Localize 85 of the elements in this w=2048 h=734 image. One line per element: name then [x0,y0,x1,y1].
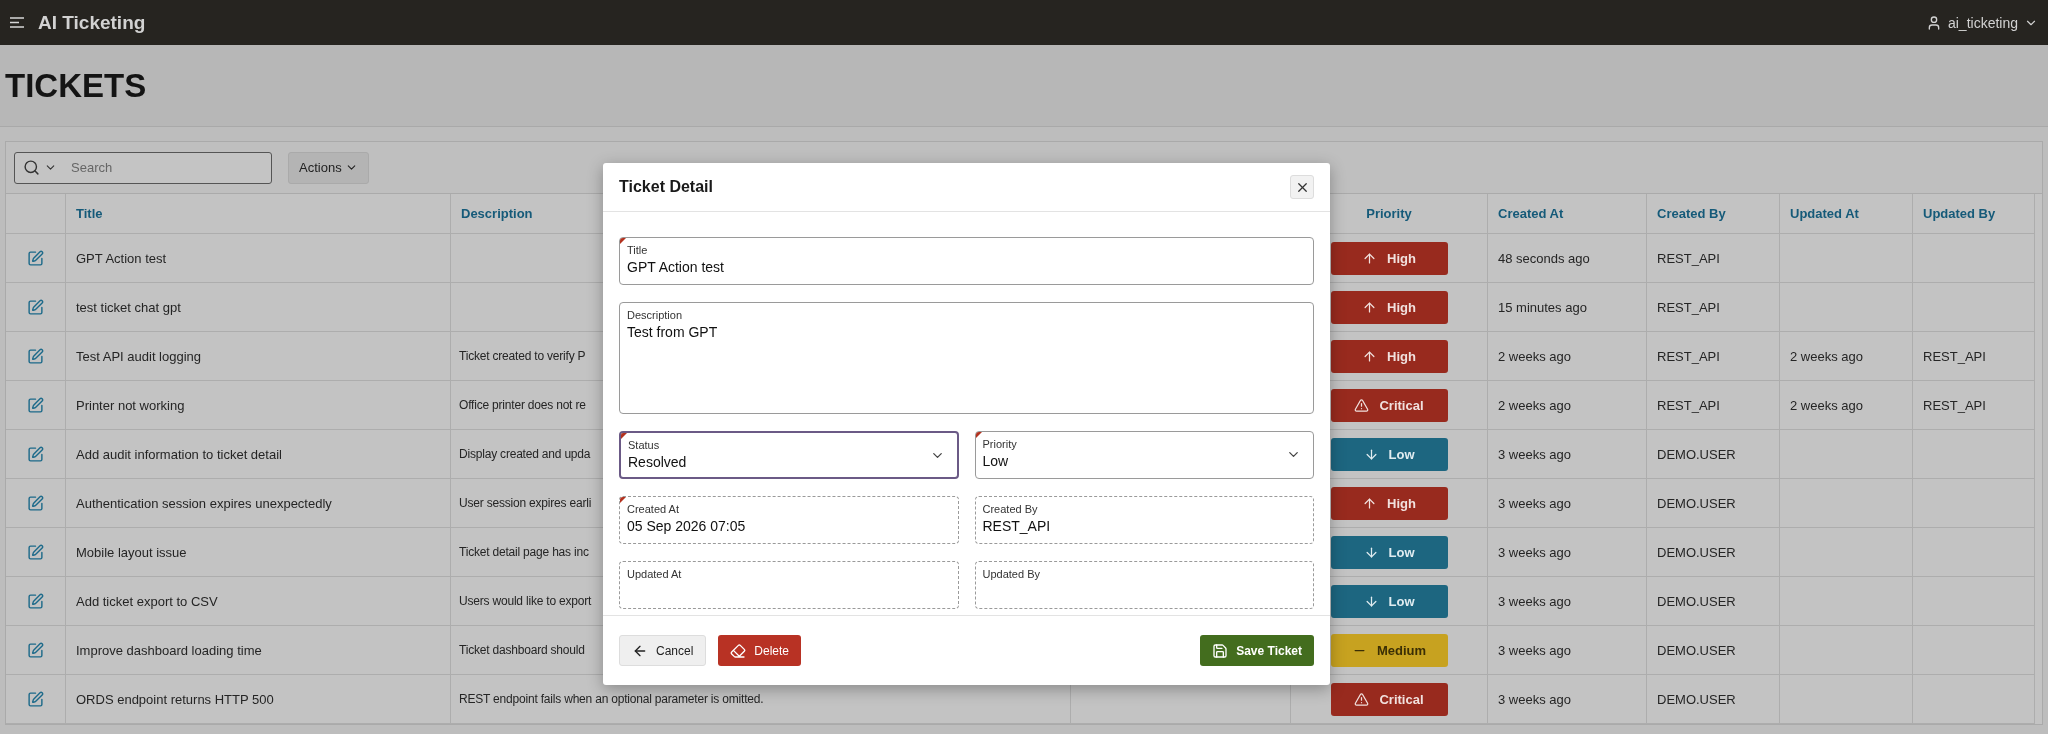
input-field[interactable]: Description Test from GPT [619,302,1314,414]
app-title: AI Ticketing [38,11,146,34]
required-marker-icon [621,433,627,439]
close-button[interactable] [1290,175,1314,199]
table-cell: REST_API [1647,332,1780,381]
column-header[interactable]: Updated By [1913,194,2035,234]
table-cell: Authentication session expires unexpectedly [66,479,451,528]
required-marker-icon [620,497,626,503]
table-cell: 2 weeks ago [1780,332,1913,381]
input-field: Updated By [974,561,1314,609]
table-cell: DEMO.USER [1647,675,1780,724]
menu-icon[interactable] [10,17,24,28]
table-cell: 2 weeks ago [1488,332,1647,381]
edit-icon[interactable] [27,298,44,316]
table-cell: Add audit information to ticket detail [66,430,451,479]
column-header[interactable]: Updated At [1780,194,1913,234]
column-header[interactable]: Created At [1488,194,1647,234]
priority-badge: High [1330,339,1448,373]
input-field[interactable]: Title GPT Action test [619,237,1314,285]
input-field: Created By REST_API [974,496,1314,544]
table-cell: 15 minutes ago [1488,283,1647,332]
table-cell: 2 weeks ago [1488,381,1647,430]
edit-icon[interactable] [27,641,44,659]
priority-badge: Low [1330,584,1448,618]
table-cell: 3 weeks ago [1488,479,1647,528]
danger-button[interactable]: Delete [718,635,802,666]
dialog-title: Ticket Detail [619,178,713,196]
priority-badge: Critical [1330,682,1448,716]
search-icon [23,159,40,176]
table-cell: Printer not working [66,381,451,430]
priority-badge: Low [1330,437,1448,471]
edit-icon[interactable] [27,592,44,610]
edit-icon[interactable] [27,445,44,463]
priority-badge: High [1330,241,1448,275]
table-cell: DEMO.USER [1647,479,1780,528]
edit-icon[interactable] [27,396,44,414]
select-field[interactable]: Priority Low [974,431,1314,479]
column-header[interactable]: Created By [1647,194,1780,234]
table-cell: test ticket chat gpt [66,283,451,332]
table-cell: Improve dashboard loading time [66,626,451,675]
priority-badge: High [1330,486,1448,520]
select-field[interactable]: Status Resolved [619,431,959,479]
table-cell: 3 weeks ago [1488,675,1647,724]
table-cell: REST_API [1913,381,2035,430]
column-header[interactable]: Title [66,194,451,234]
priority-badge: High [1330,290,1448,324]
table-cell: GPT Action test [66,234,451,283]
edit-icon[interactable] [27,347,44,365]
table-cell: 3 weeks ago [1488,528,1647,577]
actions-button[interactable]: Actions [288,151,369,184]
table-cell: 3 weeks ago [1488,626,1647,675]
priority-badge: Critical [1330,388,1448,422]
priority-badge: Medium [1330,633,1448,667]
table-cell: DEMO.USER [1647,430,1780,479]
table-cell: 3 weeks ago [1488,430,1647,479]
table-cell: 3 weeks ago [1488,577,1647,626]
table-cell: Add ticket export to CSV [66,577,451,626]
table-cell: Mobile layout issue [66,528,451,577]
search-input[interactable]: Search [69,159,249,176]
required-marker-icon [975,432,982,438]
edit-icon[interactable] [27,690,44,708]
input-field: Updated At [619,561,959,609]
table-cell: 2 weeks ago [1780,381,1913,430]
table-cell: REST_API [1647,283,1780,332]
required-marker-icon [620,238,626,244]
table-cell: REST_API [1647,381,1780,430]
user-menu[interactable]: ai_ticketing [1925,14,2038,31]
edit-icon[interactable] [27,494,44,512]
input-field: Created At 05 Sep 2026 07:05 [619,496,959,544]
table-cell: ORDS endpoint returns HTTP 500 [66,675,451,724]
back-button[interactable]: Cancel [619,635,707,666]
table-cell: DEMO.USER [1647,626,1780,675]
edit-icon[interactable] [27,543,44,561]
table-cell: REST_API [1647,234,1780,283]
table-cell: Test API audit logging [66,332,451,381]
page-title: TICKETS [5,66,147,105]
table-cell: DEMO.USER [1647,528,1780,577]
primary-button[interactable]: Save Ticket [1200,635,1314,666]
table-cell: DEMO.USER [1647,577,1780,626]
table-cell: REST_API [1913,332,2035,381]
eraser-icon [730,642,747,659]
table-cell: 48 seconds ago [1488,234,1647,283]
edit-icon[interactable] [27,249,44,267]
priority-badge: Low [1330,535,1448,569]
search-field[interactable]: Search [14,151,272,184]
